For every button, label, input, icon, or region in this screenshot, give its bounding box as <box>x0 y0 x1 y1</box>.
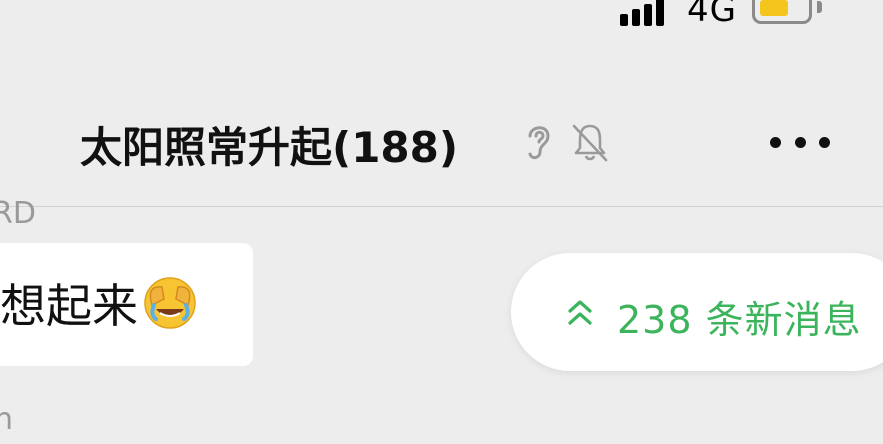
group-chat-title[interactable]: 太阳照常升起(188) <box>80 114 458 175</box>
status-bar: 4G <box>0 0 883 40</box>
header-divider <box>0 206 883 207</box>
battery-tip <box>817 1 822 13</box>
chat-header: 太阳照常升起(188) <box>0 100 883 180</box>
more-icon[interactable] <box>770 124 830 160</box>
new-messages-label[interactable]: 238 条新消息 <box>617 289 862 344</box>
message-text-row: 想起来 <box>0 270 198 336</box>
crying-laughing-face-icon <box>144 277 196 329</box>
network-type: 4G <box>687 0 737 30</box>
signal-strength-icon <box>620 0 664 26</box>
more-dot <box>794 136 806 148</box>
ear-icon[interactable] <box>522 120 554 162</box>
bell-muted-icon[interactable] <box>570 120 610 162</box>
more-dot <box>819 136 830 148</box>
more-dot <box>770 136 781 148</box>
battery-level <box>760 0 788 16</box>
message-text: 想起来 <box>0 279 138 333</box>
double-chevron-up-icon <box>568 300 592 325</box>
battery-icon <box>752 0 812 24</box>
message-sender-name: RD <box>0 196 36 231</box>
message-sender-name: n <box>0 402 14 437</box>
